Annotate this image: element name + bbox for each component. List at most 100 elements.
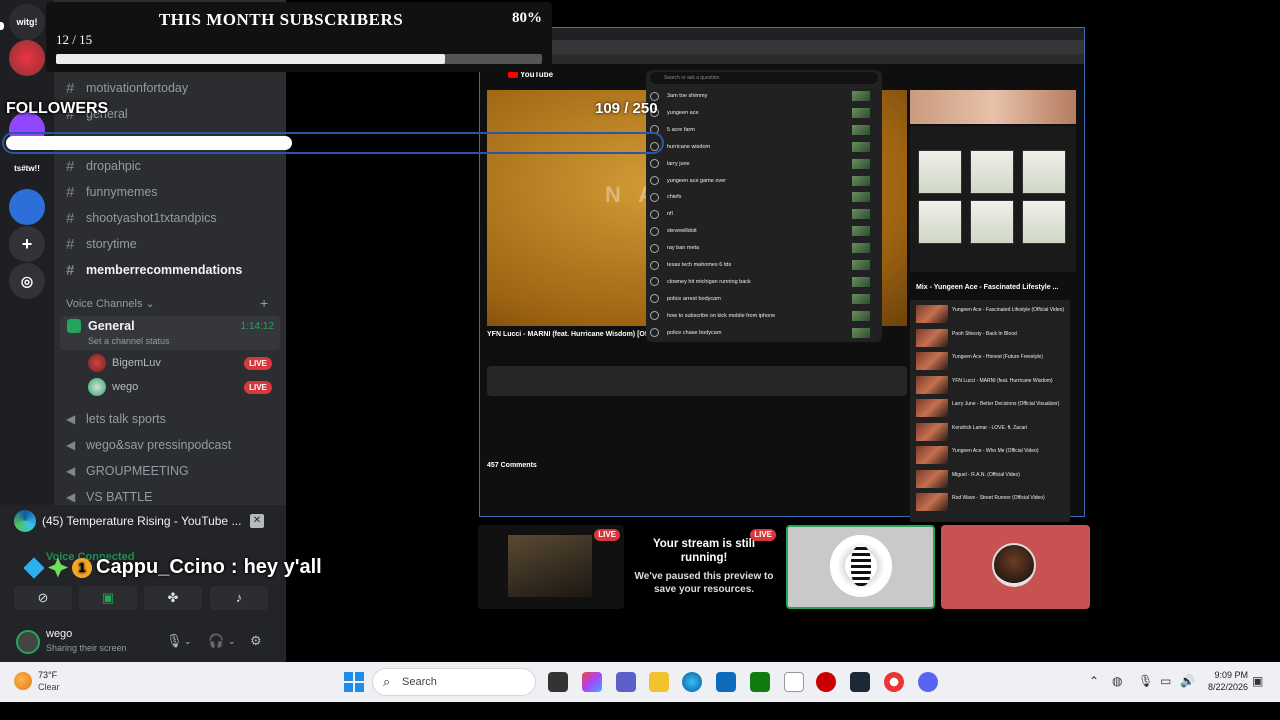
voice-user-bigemluv[interactable]: BigemLuv [88,353,161,373]
file-explorer-icon[interactable] [649,672,669,692]
record-icon[interactable] [816,672,836,692]
steam-icon[interactable] [850,672,870,692]
history-icon [650,294,659,304]
suggestion-item[interactable]: chiefs [650,189,876,205]
channel-memberrecommendations[interactable]: # memberrecommendations [66,259,242,281]
start-icon[interactable] [344,672,364,692]
mix-item[interactable]: Yungeen Ace - Who Me (Official Video) [916,445,1070,465]
close-icon[interactable]: ✕ [250,514,264,528]
suggestion-item[interactable]: yungeen ace [650,105,876,121]
voice-channel-groupmeeting[interactable]: ◀ GROUPMEETING [66,460,189,482]
suggestion-item[interactable]: clowney hit michigan running back [650,274,876,290]
suggestion-item[interactable]: police chase bodycam [650,325,876,341]
server-witg[interactable]: witg! [9,4,45,40]
mix-item[interactable]: Kendrick Lamar - LOVE. ft. Zacari [916,422,1070,442]
discord-icon[interactable] [918,672,938,692]
voice-channels-header[interactable]: Voice Channels ⌄ [66,297,155,310]
mix-item[interactable]: YFN Lucci - MARNI (feat. Hurricane Wisdo… [916,375,1070,395]
mix-item[interactable]: Miguel - R.A.N. (Official Video) [916,469,1070,489]
suggestion-item[interactable]: texas tech mahomes 6 tds [650,257,876,273]
channel-funnymemes[interactable]: # funnymemes [66,181,158,203]
participant-tile-zebra[interactable] [786,525,935,609]
clock-date[interactable]: 8/22/2026 [1198,682,1248,692]
browser-address-bar[interactable] [480,40,1084,54]
suggestion-item[interactable]: 3am toe shimmy [650,88,876,104]
discover-icon[interactable]: ◎ [9,263,45,299]
channel-storytime[interactable]: # storytime [66,233,137,255]
chrome-icon[interactable] [884,672,904,692]
clock-time[interactable]: 9:09 PM [1208,670,1248,680]
camera-off-icon[interactable]: ⊘ [14,586,72,610]
chevron-up-icon[interactable]: ⌃ [1089,674,1099,688]
mix-item-title: Yungeen Ace - Who Me (Official Video) [952,448,1039,454]
suggestion-item[interactable]: 5 acre farm [650,122,876,138]
display-icon[interactable]: ▭ [1160,674,1171,688]
server-blue[interactable] [9,189,45,225]
volume-icon[interactable]: 🔊 [1180,674,1195,688]
screen-share-icon[interactable]: ▣ [79,586,137,610]
network-icon[interactable]: ◍ [1112,674,1122,688]
ad-card[interactable] [910,126,1076,272]
activities-icon[interactable]: ✤ [144,586,202,610]
soundboard-icon[interactable]: ♪ [210,586,268,610]
voice-channel-general[interactable]: General 1:14:12 Set a channel status [60,316,280,350]
suggestion-item[interactable]: police arrest bodycam [650,291,876,307]
suggestion-item[interactable]: nfl [650,206,876,222]
avatar[interactable] [16,630,40,654]
mix-item[interactable]: Pooh Shiesty - Back In Blood [916,328,1070,348]
suggestion-text: how to subscribe on kick mobile from iph… [667,312,776,319]
voice-user-wego[interactable]: wego [88,377,138,397]
suggestion-item[interactable]: hurricane wisdom [650,139,876,155]
copilot-icon[interactable] [582,672,602,692]
taskbar-search[interactable]: ⌕ Search [372,668,536,696]
stream-tile-2[interactable]: Your stream is still running! We've paus… [634,525,780,609]
channel-dropahpic[interactable]: # dropahpic [66,155,141,177]
server-ts[interactable]: ts#tw!! [9,150,45,186]
mini-player[interactable]: (45) Temperature Rising - YouTube ... [14,510,264,532]
xbox-icon[interactable] [750,672,770,692]
edge-icon[interactable] [682,672,702,692]
browser-tabs[interactable] [480,28,1084,40]
chevron-down-icon[interactable]: ⌄ [184,636,192,647]
server-pill [0,22,4,30]
teams-icon[interactable] [616,672,636,692]
stream-tile-1[interactable]: LIVE [478,525,624,609]
suggestion-item[interactable]: how to subscribe on kick mobile from iph… [650,308,876,324]
microphone-icon[interactable]: 🎙 [166,633,183,649]
mix-item[interactable]: Yungeen Ace - Fascinated Lifestyle (Offi… [916,304,1070,324]
weather-icon[interactable] [14,672,32,690]
mix-item[interactable]: Larry June - Better Decisions (Official … [916,398,1070,418]
channel-shootyashot[interactable]: # shootyashot1txtandpics [66,207,217,229]
notification-icon[interactable]: ▣ [1252,674,1263,688]
voice-channel-podcast[interactable]: ◀ wego&sav pressinpodcast [66,434,231,456]
chevron-down-icon[interactable]: ⌄ [228,636,236,647]
mix-item[interactable]: Yungeen Ace - Honest (Future Freestyle) [916,351,1070,371]
voice-channel-lets-talk-sports[interactable]: ◀ lets talk sports [66,408,166,430]
store-icon[interactable] [716,672,736,692]
server-avatar[interactable] [9,40,45,76]
suggestion-item[interactable]: larry june [650,156,876,172]
suggestion-item[interactable]: yungeen ace game over [650,173,876,189]
suggestion-item[interactable]: ray ban meta [650,240,876,256]
screen-share-view[interactable]: YouTube N A YFN Lucci - MARNI (feat. Hur… [479,27,1085,522]
suggestion-item[interactable]: stevewilldoit [650,223,876,239]
add-server-icon[interactable]: + [9,226,45,262]
participant-tile-2[interactable] [941,525,1090,609]
add-channel-icon[interactable]: + [260,295,268,311]
mix-title[interactable]: Mix - Yungeen Ace - Fascinated Lifestyle… [916,284,1058,291]
channel-status[interactable]: Set a channel status [88,336,170,346]
task-view-icon[interactable] [548,672,568,692]
gear-icon[interactable]: ⚙ [250,633,262,649]
browser-bookmarks[interactable] [480,54,1084,64]
mix-item[interactable]: Rod Wave - Street Runner (Official Video… [916,492,1070,512]
video-thumbnail [916,493,948,511]
search-input[interactable]: Search or ask a question [650,72,878,84]
channel-motivationfortoday[interactable]: # motivationfortoday [66,77,188,99]
suggestion-thumbnail [852,243,870,254]
live-badge: LIVE [244,357,272,370]
video-description[interactable] [487,366,907,396]
ad-banner[interactable] [910,90,1076,124]
headphones-icon[interactable]: 🎧 [208,633,224,649]
microphone-icon[interactable]: 🎙 [1138,674,1153,688]
document-icon[interactable] [784,672,804,692]
